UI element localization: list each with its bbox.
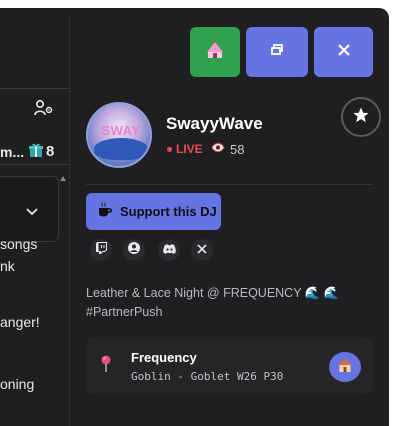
chevron-down-icon — [26, 203, 38, 221]
twitch-link[interactable] — [90, 239, 112, 261]
set-description: Leather & Lace Night @ FREQUENCY 🌊 🌊 #Pa… — [86, 286, 340, 319]
live-badge: LIVE — [176, 142, 203, 156]
circus-tent-button[interactable] — [190, 27, 240, 77]
favorite-button[interactable] — [341, 97, 381, 137]
dj-name: SwayyWave — [166, 114, 263, 133]
discord-link[interactable] — [158, 239, 180, 261]
star-icon — [352, 106, 370, 129]
close-icon — [337, 43, 351, 62]
close-window-button[interactable] — [314, 27, 373, 77]
dropdown-select[interactable] — [0, 176, 59, 242]
x-icon — [197, 241, 207, 259]
left-panel: m... 8 songs nk anger! oning — [0, 16, 70, 426]
venue-house-button[interactable] — [329, 352, 361, 382]
gift-icon — [29, 143, 43, 163]
list-item-text: songs — [0, 236, 38, 252]
coffee-cup-icon — [97, 202, 113, 221]
list-item-text: nk — [0, 258, 15, 274]
list-item-text: oning — [0, 376, 35, 392]
dj-avatar: SWAY — [86, 102, 152, 168]
venue-name: Frequency — [131, 350, 197, 365]
avatar-logo-text: SWAY — [101, 123, 141, 138]
app-window: m... 8 songs nk anger! oning SWAY SwayyW… — [0, 8, 389, 426]
list-item-text: anger! — [0, 314, 40, 330]
divider — [86, 184, 373, 185]
profile-link[interactable] — [123, 239, 145, 261]
twitch-icon — [95, 241, 107, 259]
users-settings-icon[interactable] — [34, 99, 54, 122]
viewer-count: 58 — [230, 142, 245, 157]
user-circle-icon — [128, 241, 140, 259]
support-dj-button[interactable]: Support this DJ — [86, 193, 221, 230]
live-dot-icon — [167, 147, 172, 152]
restore-window-button[interactable] — [246, 27, 308, 77]
wave-artwork — [94, 138, 148, 160]
eye-icon — [211, 142, 225, 156]
room-title-truncated: m... — [0, 144, 25, 160]
x-link[interactable] — [191, 239, 213, 261]
venue-location: Goblin - Goblet W26 P30 — [131, 370, 284, 383]
circus-tent-icon — [205, 39, 225, 65]
map-pin-icon — [100, 355, 112, 377]
support-dj-label: Support this DJ — [120, 204, 217, 219]
gift-count: 8 — [46, 143, 55, 160]
venue-card: Frequency Goblin - Goblet W26 P30 — [86, 337, 373, 395]
discord-icon — [162, 241, 176, 259]
restore-window-icon — [270, 43, 284, 62]
divider — [0, 88, 70, 89]
divider — [0, 164, 70, 165]
scrollbar-up-arrow[interactable] — [60, 176, 66, 181]
house-icon — [337, 358, 353, 376]
